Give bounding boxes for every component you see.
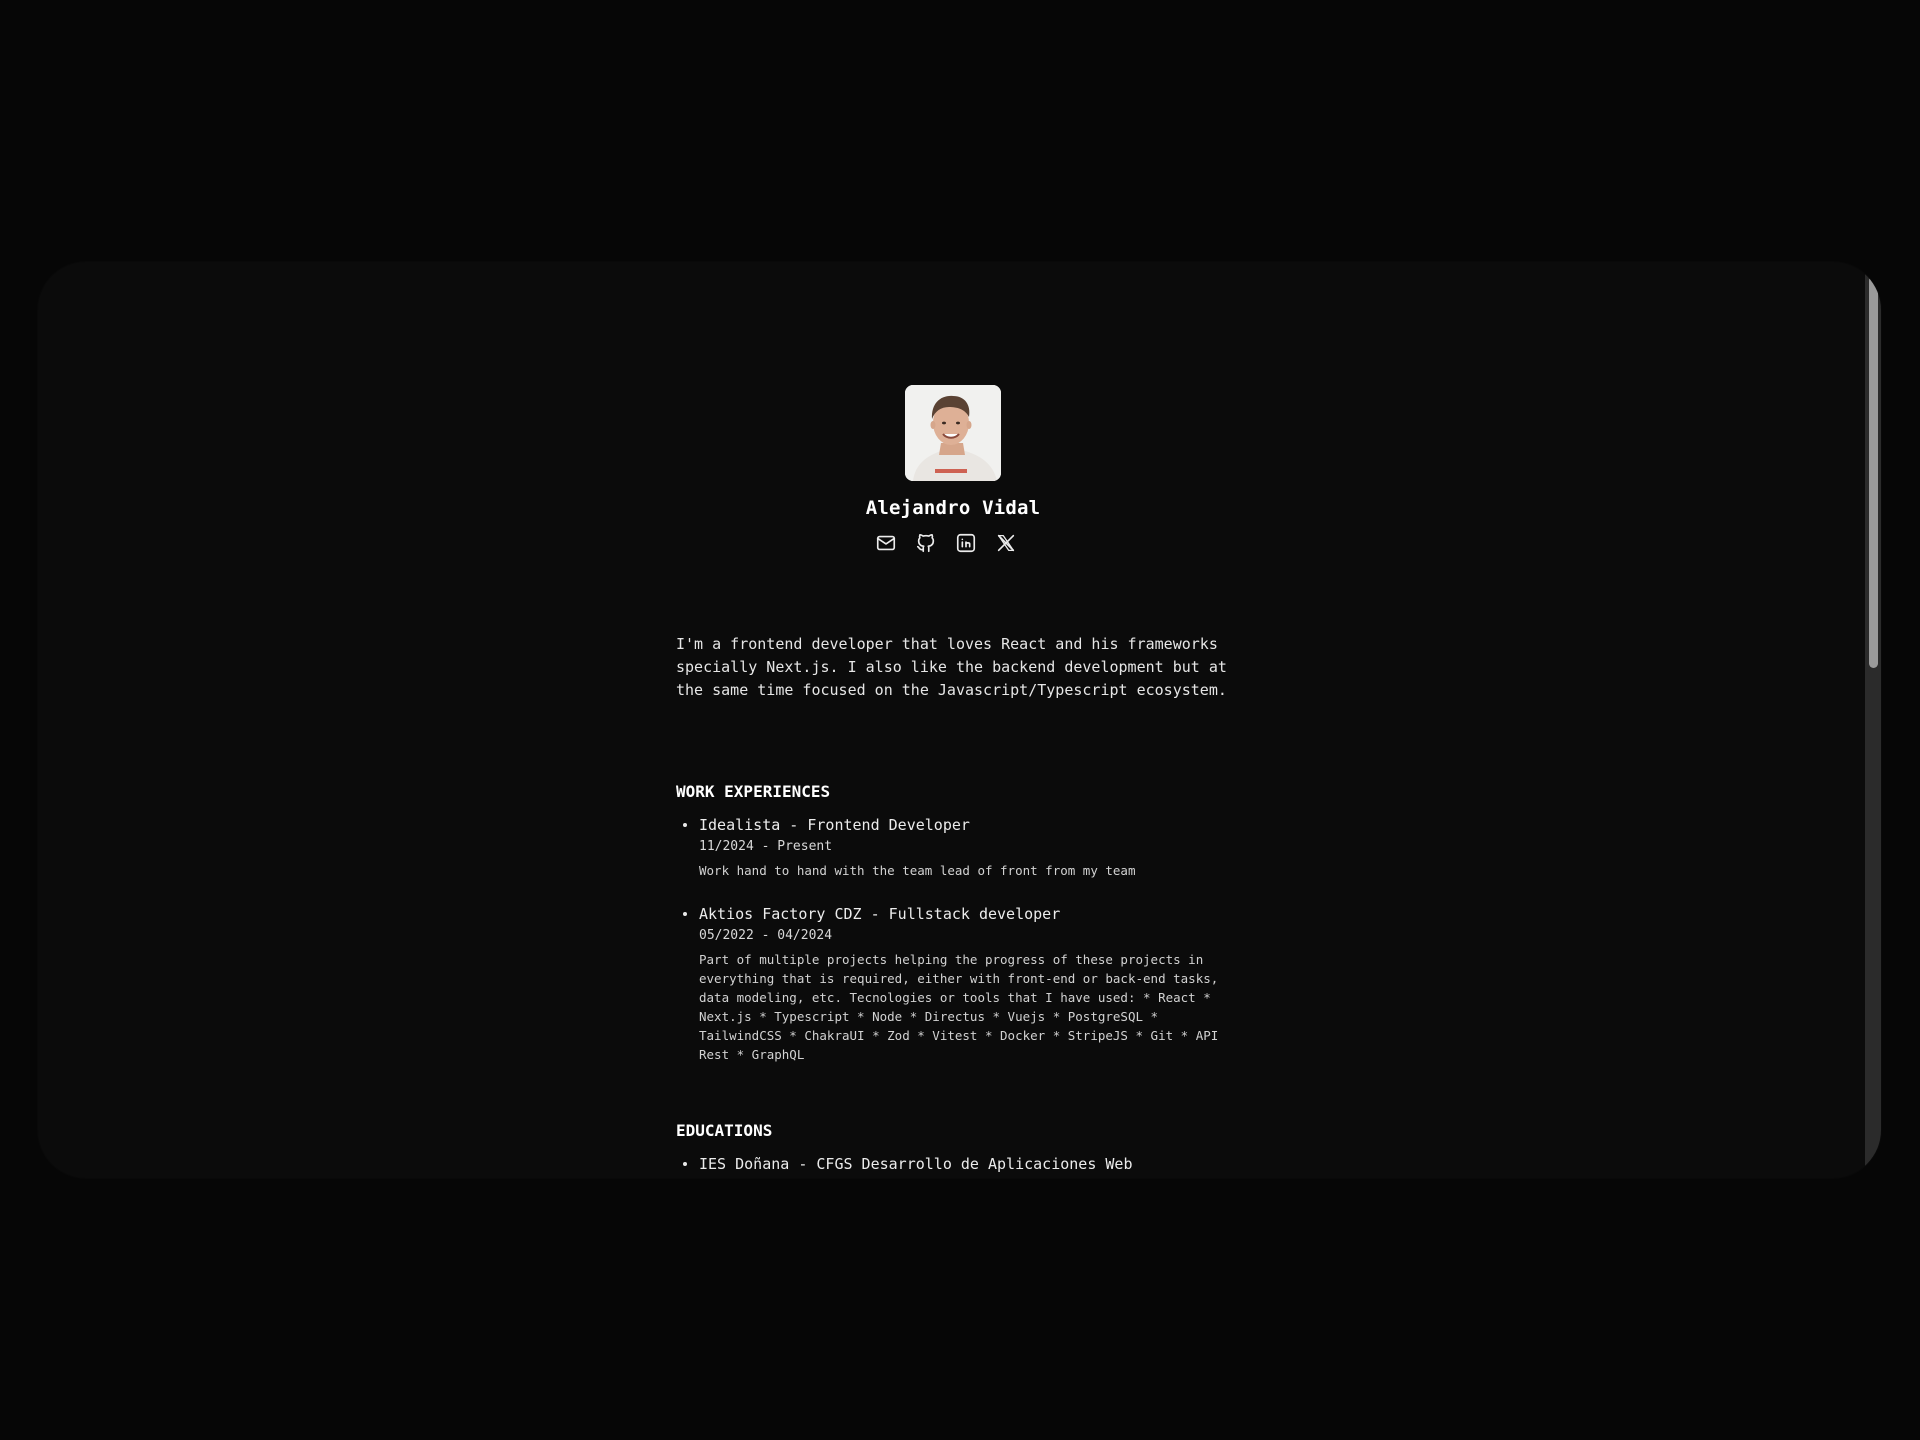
job-title: Aktios Factory CDZ - Fullstack developer (699, 905, 1061, 923)
browser-viewport: Alejandro Vidal I'm a frontend developer… (38, 262, 1881, 1178)
work-experiences-title: WORK EXPERIENCES (676, 782, 831, 801)
avatar (905, 385, 1001, 481)
social-links (874, 531, 1018, 555)
work-item: Idealista - Frontend Developer 11/2024 -… (676, 815, 1266, 880)
bullet-marker (683, 912, 687, 916)
github-icon (916, 533, 935, 553)
job-dates: 11/2024 - Present (699, 839, 833, 854)
bullet-marker (683, 823, 687, 827)
job-description: Work hand to hand with the team lead of … (699, 863, 1136, 878)
github-link[interactable] (914, 531, 938, 555)
bullet-marker (683, 1162, 687, 1166)
linkedin-icon (956, 533, 976, 553)
bio-text: I'm a frontend developer that loves Reac… (676, 635, 1227, 699)
profile-name: Alejandro Vidal (865, 497, 1041, 519)
scrollbar[interactable] (1865, 262, 1881, 1178)
email-link[interactable] (874, 531, 898, 555)
mail-icon (876, 535, 896, 551)
work-item: Aktios Factory CDZ - Fullstack developer… (676, 904, 1266, 1064)
job-description: Part of multiple projects helping the pr… (699, 952, 1219, 1062)
x-link[interactable] (994, 531, 1018, 555)
education-title: IES Doñana - CFGS Desarrollo de Aplicaci… (699, 1155, 1133, 1173)
educations-title: EDUCATIONS (676, 1121, 773, 1140)
linkedin-link[interactable] (954, 531, 978, 555)
avatar-photo (905, 385, 1001, 481)
job-title: Idealista - Frontend Developer (699, 816, 970, 834)
x-icon (997, 534, 1015, 552)
job-dates: 05/2022 - 04/2024 (699, 928, 833, 943)
scrollbar-thumb[interactable] (1869, 276, 1878, 668)
education-item: IES Doñana - CFGS Desarrollo de Aplicaci… (676, 1154, 1266, 1174)
